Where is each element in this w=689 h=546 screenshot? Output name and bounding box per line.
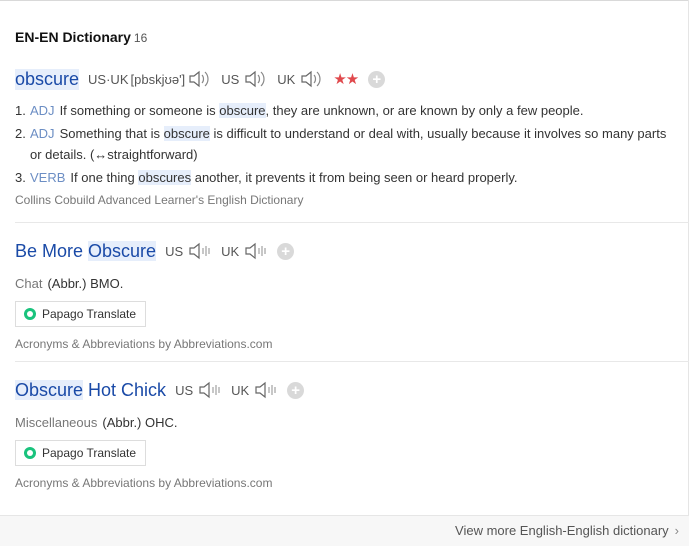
part-of-speech: ADJ <box>30 103 55 118</box>
add-to-wordbook-button[interactable]: + <box>287 381 305 399</box>
papago-logo-icon <box>24 308 36 320</box>
result-count: 16 <box>133 31 148 45</box>
pronunciation-uk: UK <box>221 241 267 261</box>
definition-text: another, it prevents it from being seen … <box>191 170 518 185</box>
sense-number: 3. <box>15 170 26 185</box>
highlighted-term: obscure <box>163 126 210 141</box>
definition-text: If one thing <box>70 170 139 185</box>
pronunciation-uk: UK <box>231 380 277 400</box>
pronunciation-uk: UK <box>277 69 323 89</box>
category-line: Chat (Abbr.) BMO. <box>15 276 689 291</box>
abbreviation: (Abbr.) OHC. <box>102 415 178 430</box>
headword[interactable]: Be More Obscure <box>15 240 157 262</box>
part-of-speech: VERB <box>30 170 66 185</box>
view-more-label: View more English-English dictionary <box>455 523 669 538</box>
category-line: Miscellaneous (Abbr.) OHC. <box>15 415 689 430</box>
highlighted-term: Obscure <box>15 379 84 400</box>
abbreviation: (Abbr.) BMO. <box>47 276 124 291</box>
sense-item: 3. VERB If one thing obscures another, it… <box>15 167 681 188</box>
dictionary-title: EN-EN Dictionary <box>15 29 131 45</box>
entry-be-more-obscure: Be More Obscure US UK + Chat (Abbr.) BMO.… <box>15 238 689 351</box>
uk-label: UK <box>231 382 250 398</box>
definition-text: If something or someone is <box>59 103 220 118</box>
sense-item: 2. ADJ Something that is obscure is diffi… <box>15 123 681 165</box>
headword[interactable]: obscure <box>15 68 80 90</box>
us-label: US <box>165 243 184 259</box>
pron-label: US·UK <box>88 71 129 87</box>
entry-divider <box>15 361 689 362</box>
entry-obscure: obscure US·UK [pbskjʊə'] US UK ★★ + 1. A… <box>15 66 689 207</box>
entry-divider <box>15 222 689 223</box>
pronunciation-us: US <box>221 69 267 89</box>
us-label: US <box>221 71 240 87</box>
pronunciation-us: US <box>175 380 221 400</box>
sense-item: 1. ADJ If something or someone is obscure… <box>15 100 681 121</box>
uk-label: UK <box>221 243 240 259</box>
part-of-speech: ADJ <box>30 126 55 141</box>
entry-obscure-hot-chick: Obscure Hot Chick US UK + Miscellaneous (… <box>15 377 689 490</box>
headword-text: Hot Chick <box>83 379 167 400</box>
papago-logo-icon <box>24 447 36 459</box>
chevron-right-icon: › <box>674 523 679 538</box>
speaker-icon[interactable] <box>197 380 221 400</box>
speaker-icon[interactable] <box>299 69 323 89</box>
add-to-wordbook-button[interactable]: + <box>277 242 295 260</box>
us-label: US <box>175 382 194 398</box>
papago-translate-button[interactable]: Papago Translate <box>15 440 147 466</box>
highlighted-term: obscures <box>138 170 192 185</box>
view-more-link[interactable]: View more English-English dictionary › <box>455 523 679 538</box>
headword-text: Be More <box>15 240 89 261</box>
pronunciation-us-uk: US·UK [pbskjʊə'] <box>88 69 211 89</box>
dictionary-source[interactable]: Acronyms & Abbreviations by Abbreviation… <box>15 337 689 351</box>
add-to-wordbook-button[interactable]: + <box>368 70 386 88</box>
sense-number: 1. <box>15 103 26 118</box>
star-rating: ★★ <box>333 71 359 88</box>
pronunciation-us: US <box>165 241 211 261</box>
speaker-icon[interactable] <box>253 380 277 400</box>
highlighted-term: obscure <box>219 103 266 118</box>
speaker-icon[interactable] <box>187 241 211 261</box>
category-label: Miscellaneous <box>15 415 98 430</box>
top-divider <box>0 0 689 1</box>
dictionary-header: EN-EN Dictionary 16 <box>15 29 147 45</box>
sense-number: 2. <box>15 126 26 141</box>
speaker-icon[interactable] <box>187 69 211 89</box>
sense-list: 1. ADJ If something or someone is obscure… <box>15 100 689 188</box>
dictionary-source[interactable]: Collins Cobuild Advanced Learner's Engli… <box>15 193 689 207</box>
headword[interactable]: Obscure Hot Chick <box>15 379 167 401</box>
phonetic-text: [pbskjʊə'] <box>130 71 186 87</box>
category-label: Chat <box>15 276 43 291</box>
papago-label: Papago Translate <box>42 446 137 460</box>
speaker-icon[interactable] <box>243 69 267 89</box>
highlighted-term: Obscure <box>88 240 157 261</box>
definition-text: , they are unknown, or are known by only… <box>265 103 584 118</box>
papago-translate-button[interactable]: Papago Translate <box>15 301 147 327</box>
uk-label: UK <box>277 71 296 87</box>
footer-bar: View more English-English dictionary › <box>0 515 689 546</box>
papago-label: Papago Translate <box>42 307 137 321</box>
speaker-icon[interactable] <box>243 241 267 261</box>
definition-text: Something that is <box>59 126 164 141</box>
dictionary-source[interactable]: Acronyms & Abbreviations by Abbreviation… <box>15 476 689 490</box>
